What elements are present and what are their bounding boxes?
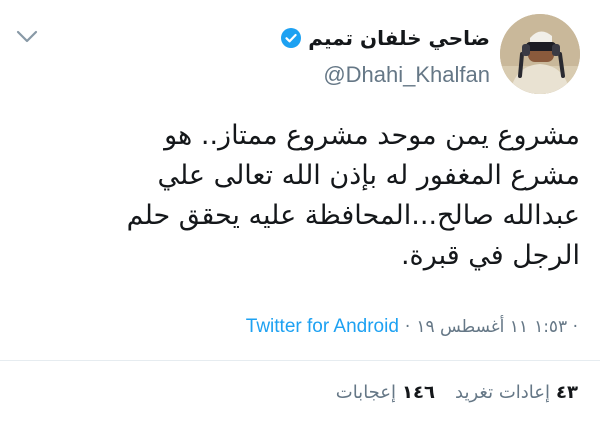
likes-count: ١٤٦ [402, 381, 436, 403]
tweet-meta: ١:٥٣ · ١١ أغسطس ١٩ · Twitter for Android [246, 314, 578, 340]
retweets-label: إعادات تغريد [455, 381, 551, 403]
tweet-date[interactable]: ١١ أغسطس ١٩ [416, 317, 528, 337]
meta-separator: · [404, 317, 411, 337]
chevron-down-icon[interactable] [14, 24, 40, 50]
likes-stat[interactable]: ١٤٦ إعجابات [336, 382, 435, 403]
retweets-count: ٤٣ [556, 381, 578, 403]
verified-badge-icon [281, 28, 302, 48]
avatar[interactable] [500, 14, 580, 94]
tweet-line: الرجل في قبرة. [400, 240, 580, 271]
tweet-time[interactable]: ١:٥٣ · [534, 317, 578, 337]
profile-photo [500, 14, 580, 94]
author-name[interactable]: ضاحي خلفان تميم [308, 26, 490, 50]
likes-label: إعجابات [335, 381, 397, 403]
retweets-stat[interactable]: ٤٣ إعادات تغريد [455, 382, 578, 403]
tweet-line: مشروع يمن موحد مشروع ممتاز.. هو [164, 120, 580, 151]
tweet-stats: ٤٣ إعادات تغريد ١٤٦ إعجابات [336, 378, 578, 406]
tweet-line: عبدالله صالح...المحافظة عليه يحقق حلم [126, 200, 580, 231]
tweet-line: مشرع المغفور له بإذن الله تعالى علي [157, 160, 580, 191]
author-name-row[interactable]: ضاحي خلفان تميم [280, 24, 490, 52]
author-handle[interactable]: @Dhahi_Khalfan [323, 62, 490, 88]
tweet-text: مشروع يمن موحد مشروع ممتاز.. هو مشرع الم… [20, 116, 580, 276]
tweet-source-link[interactable]: Twitter for Android [246, 316, 399, 338]
divider [0, 360, 600, 361]
